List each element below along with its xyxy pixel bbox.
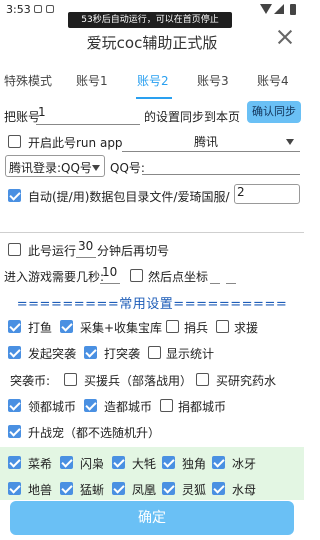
- notification-icon: [46, 5, 54, 13]
- pet-checkbox[interactable]: [8, 482, 21, 495]
- app-select-value: 腾讯: [194, 135, 219, 149]
- pet-checkbox[interactable]: [162, 456, 175, 469]
- coord-y-input[interactable]: [226, 265, 236, 284]
- close-icon[interactable]: [278, 30, 292, 44]
- login-mode-select[interactable]: 腾讯登录:QQ号: [5, 155, 105, 177]
- click-coords-label: 然后点坐标: [148, 270, 209, 284]
- run-app-checkbox[interactable]: [8, 135, 21, 148]
- data-dir-label: 自动(提/用)数据包目录文件/爱琦国服/: [28, 190, 230, 204]
- pet-label: 独角: [182, 457, 207, 471]
- entry-seconds-label: 进入游戏需要几秒:: [4, 270, 105, 284]
- sync-account-value: 1: [38, 105, 46, 119]
- pet-checkbox[interactable]: [60, 456, 73, 469]
- pet-checkbox[interactable]: [112, 482, 125, 495]
- pet-checkbox[interactable]: [60, 482, 73, 495]
- start-raid-checkbox[interactable]: [8, 346, 21, 359]
- sync-account-input[interactable]: 1: [36, 105, 140, 125]
- show-stats-label: 显示统计: [166, 347, 215, 361]
- switch-minutes-value: 30: [78, 239, 94, 253]
- data-dir-checkbox[interactable]: [8, 189, 21, 202]
- attack-raid-checkbox[interactable]: [84, 346, 97, 359]
- entry-seconds-input[interactable]: 10: [100, 265, 120, 284]
- attack-raid-label: 打突袭: [104, 347, 141, 361]
- collect-checkbox[interactable]: [60, 320, 73, 333]
- login-mode-value: 腾讯登录:QQ号: [9, 161, 92, 175]
- claim-capital-checkbox[interactable]: [8, 399, 21, 412]
- make-capital-checkbox[interactable]: [84, 399, 97, 412]
- donate-troops-checkbox[interactable]: [166, 320, 179, 333]
- pet-checkbox[interactable]: [112, 456, 125, 469]
- qq-input[interactable]: [142, 155, 300, 175]
- upgrade-pet-label: 升战宠（都不选随机升）: [28, 426, 161, 440]
- pet-label: 凤凰: [132, 483, 157, 497]
- pet-checkbox[interactable]: [212, 482, 225, 495]
- data-dir-value: 2: [237, 185, 245, 199]
- click-coords-checkbox[interactable]: [130, 269, 143, 282]
- switch-suffix-label: 分钟后再切号: [97, 244, 170, 258]
- notification-icon: [34, 5, 42, 13]
- sync-prefix-label: 把账号: [4, 110, 41, 124]
- run-app-label: 开启此号run app: [28, 136, 123, 150]
- fishing-label: 打鱼: [28, 321, 53, 335]
- pet-label: 冰牙: [232, 457, 257, 471]
- fishing-checkbox[interactable]: [8, 320, 21, 333]
- switch-prefix-label: 此号运行: [28, 244, 77, 258]
- status-time: 3:53: [6, 3, 31, 16]
- confirm-button[interactable]: 确定: [10, 501, 294, 535]
- signal-icon: [274, 4, 284, 14]
- pet-label: 闪枭: [80, 457, 105, 471]
- coord-x-input[interactable]: [210, 265, 220, 284]
- buy-research-potion-label: 买研究药水: [216, 374, 277, 388]
- tab-account-4[interactable]: 账号4: [257, 72, 289, 89]
- toast-message: 53秒后自动运行，可以在首页停止: [68, 12, 232, 28]
- show-stats-checkbox[interactable]: [148, 346, 161, 359]
- request-troops-label: 求援: [234, 321, 259, 335]
- claim-capital-label: 领都城币: [28, 400, 77, 414]
- sync-suffix-label: 的设置同步到本页: [144, 110, 241, 124]
- qq-label: QQ号:: [110, 161, 145, 175]
- raid-coin-label: 突袭币:: [10, 374, 51, 388]
- pet-checkbox[interactable]: [162, 482, 175, 495]
- donate-capital-checkbox[interactable]: [160, 399, 173, 412]
- donate-troops-label: 捐兵: [184, 321, 209, 335]
- divider: [0, 232, 304, 233]
- pet-label: 大牦: [132, 457, 157, 471]
- common-settings-title: =========常用设置==========: [16, 297, 288, 312]
- battery-icon: [290, 4, 296, 15]
- make-capital-label: 造都城币: [104, 400, 153, 414]
- confirm-sync-button[interactable]: 确认同步: [247, 101, 301, 123]
- collect-label: 采集+收集宝库: [80, 321, 163, 335]
- data-dir-input[interactable]: 2: [234, 184, 300, 204]
- tab-account-3[interactable]: 账号3: [197, 72, 229, 89]
- switch-minutes-input[interactable]: 30: [76, 239, 96, 258]
- pet-checkbox[interactable]: [8, 456, 21, 469]
- request-troops-checkbox[interactable]: [216, 320, 229, 333]
- tab-account-1[interactable]: 账号1: [76, 72, 108, 89]
- chevron-down-icon: [286, 139, 294, 145]
- app-select[interactable]: 腾讯: [122, 130, 300, 152]
- buy-reinforcement-checkbox[interactable]: [64, 373, 77, 386]
- tab-indicator: [136, 97, 172, 99]
- pet-panel: 菜希 闪枭 大牦 独角 冰牙 地兽 猛蜥 凤凰 灵狐 水母: [0, 447, 304, 500]
- tab-special[interactable]: 特殊模式: [4, 72, 52, 89]
- pet-label: 地兽: [28, 483, 53, 497]
- pet-label: 菜希: [28, 457, 53, 471]
- entry-seconds-value: 10: [102, 265, 118, 279]
- pet-checkbox[interactable]: [212, 456, 225, 469]
- upgrade-pet-checkbox[interactable]: [8, 425, 21, 438]
- donate-capital-label: 捐都城币: [178, 400, 227, 414]
- chevron-down-icon: [92, 165, 100, 171]
- pet-label: 猛蜥: [80, 483, 105, 497]
- buy-reinforcement-label: 买援兵（部落战用）: [84, 374, 193, 388]
- switch-account-checkbox[interactable]: [8, 243, 21, 256]
- tab-bar: 特殊模式 账号1 账号2 账号3 账号4: [0, 68, 304, 94]
- wifi-icon: [260, 4, 272, 14]
- pet-label: 灵狐: [182, 483, 207, 497]
- pet-label: 水母: [232, 483, 257, 497]
- start-raid-label: 发起突袭: [28, 347, 77, 361]
- tab-account-2[interactable]: 账号2: [137, 72, 169, 89]
- buy-research-potion-checkbox[interactable]: [196, 373, 209, 386]
- page-title: 爱玩coc辅助正式版: [86, 34, 218, 52]
